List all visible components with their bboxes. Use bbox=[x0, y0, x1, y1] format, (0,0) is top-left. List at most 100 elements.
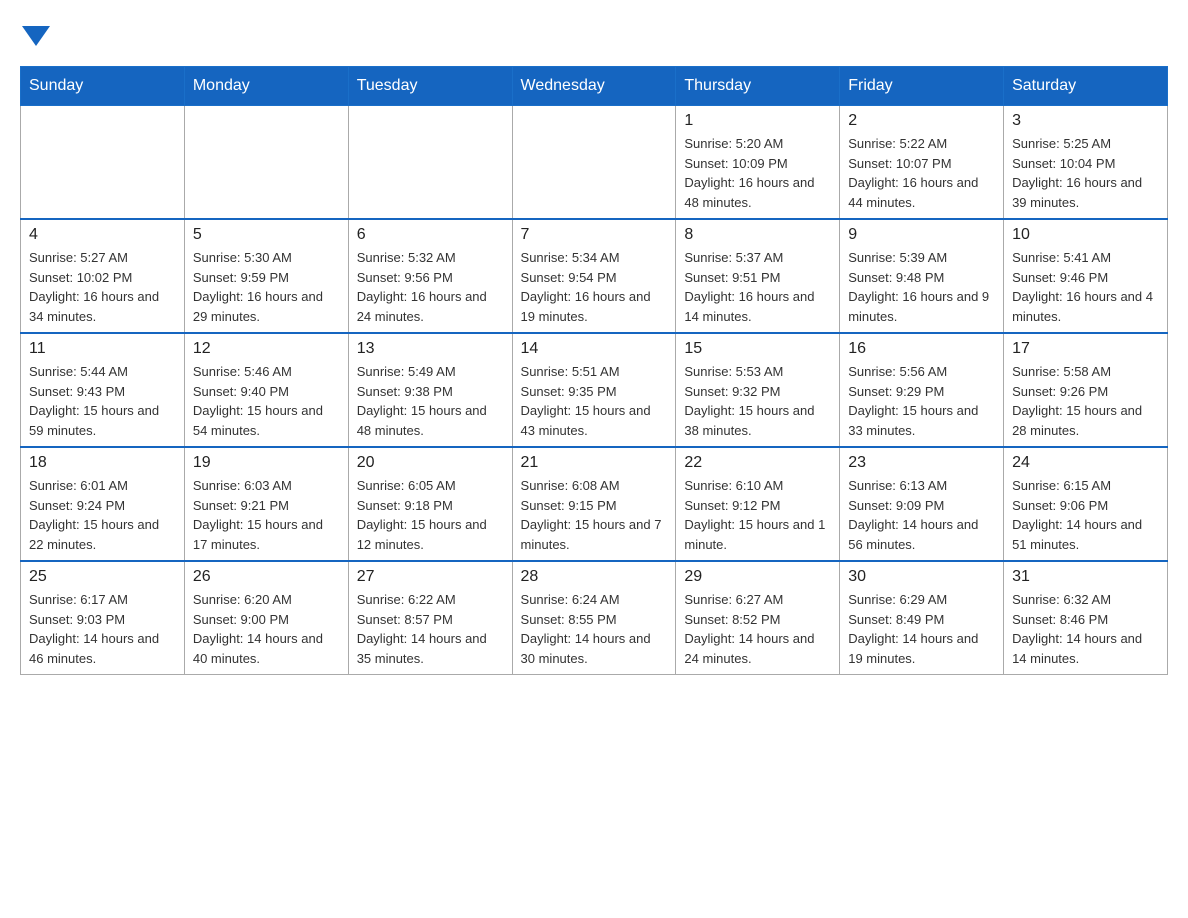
day-info: Sunrise: 5:20 AMSunset: 10:09 PMDaylight… bbox=[684, 134, 831, 212]
day-info: Sunrise: 6:24 AMSunset: 8:55 PMDaylight:… bbox=[521, 590, 668, 668]
day-info: Sunrise: 6:08 AMSunset: 9:15 PMDaylight:… bbox=[521, 476, 668, 554]
day-info: Sunrise: 6:27 AMSunset: 8:52 PMDaylight:… bbox=[684, 590, 831, 668]
day-info: Sunrise: 5:49 AMSunset: 9:38 PMDaylight:… bbox=[357, 362, 504, 440]
calendar-cell: 17 Sunrise: 5:58 AMSunset: 9:26 PMDayligh… bbox=[1004, 333, 1168, 447]
calendar-cell: 29Sunrise: 6:27 AMSunset: 8:52 PMDayligh… bbox=[676, 561, 840, 675]
day-info: Sunrise: 5:37 AMSunset: 9:51 PMDaylight:… bbox=[684, 248, 831, 326]
calendar-cell bbox=[184, 106, 348, 220]
calendar-table: SundayMondayTuesdayWednesdayThursdayFrid… bbox=[20, 66, 1168, 675]
week-row-4: 18 Sunrise: 6:01 AMSunset: 9:24 PMDayligh… bbox=[21, 447, 1168, 561]
logo-triangle-icon bbox=[22, 26, 50, 46]
day-number: 7 bbox=[521, 226, 668, 244]
day-number: 17 bbox=[1012, 340, 1159, 358]
day-info: Sunrise: 6:10 AMSunset: 9:12 PMDaylight:… bbox=[684, 476, 831, 554]
calendar-cell bbox=[512, 106, 676, 220]
day-info: Sunrise: 6:29 AMSunset: 8:49 PMDaylight:… bbox=[848, 590, 995, 668]
day-info: Sunrise: 6:01 AMSunset: 9:24 PMDaylight:… bbox=[29, 476, 176, 554]
day-number: 24 bbox=[1012, 454, 1159, 472]
day-number: 10 bbox=[1012, 226, 1159, 244]
day-info: Sunrise: 6:17 AMSunset: 9:03 PMDaylight:… bbox=[29, 590, 176, 668]
calendar-cell: 31 Sunrise: 6:32 AMSunset: 8:46 PMDayligh… bbox=[1004, 561, 1168, 675]
calendar-cell: 23 Sunrise: 6:13 AMSunset: 9:09 PMDayligh… bbox=[840, 447, 1004, 561]
calendar-cell: 15 Sunrise: 5:53 AMSunset: 9:32 PMDayligh… bbox=[676, 333, 840, 447]
calendar-cell: 30 Sunrise: 6:29 AMSunset: 8:49 PMDayligh… bbox=[840, 561, 1004, 675]
calendar-cell: 9 Sunrise: 5:39 AMSunset: 9:48 PMDaylight… bbox=[840, 219, 1004, 333]
day-number: 19 bbox=[193, 454, 340, 472]
logo bbox=[20, 20, 50, 46]
calendar-cell: 21Sunrise: 6:08 AMSunset: 9:15 PMDayligh… bbox=[512, 447, 676, 561]
day-info: Sunrise: 6:05 AMSunset: 9:18 PMDaylight:… bbox=[357, 476, 504, 554]
day-number: 6 bbox=[357, 226, 504, 244]
page-header bbox=[20, 20, 1168, 46]
day-number: 25 bbox=[29, 568, 176, 586]
calendar-cell: 10Sunrise: 5:41 AMSunset: 9:46 PMDayligh… bbox=[1004, 219, 1168, 333]
calendar-cell: 28 Sunrise: 6:24 AMSunset: 8:55 PMDayligh… bbox=[512, 561, 676, 675]
day-number: 27 bbox=[357, 568, 504, 586]
calendar-cell: 14 Sunrise: 5:51 AMSunset: 9:35 PMDayligh… bbox=[512, 333, 676, 447]
header-friday: Friday bbox=[840, 67, 1004, 106]
day-info: Sunrise: 6:15 AMSunset: 9:06 PMDaylight:… bbox=[1012, 476, 1159, 554]
day-number: 30 bbox=[848, 568, 995, 586]
week-row-1: 1 Sunrise: 5:20 AMSunset: 10:09 PMDayligh… bbox=[21, 106, 1168, 220]
week-row-3: 11 Sunrise: 5:44 AMSunset: 9:43 PMDayligh… bbox=[21, 333, 1168, 447]
calendar-cell: 3 Sunrise: 5:25 AMSunset: 10:04 PMDayligh… bbox=[1004, 106, 1168, 220]
day-number: 11 bbox=[29, 340, 176, 358]
calendar-cell bbox=[21, 106, 185, 220]
day-number: 9 bbox=[848, 226, 995, 244]
day-info: Sunrise: 6:32 AMSunset: 8:46 PMDaylight:… bbox=[1012, 590, 1159, 668]
calendar-cell: 25 Sunrise: 6:17 AMSunset: 9:03 PMDayligh… bbox=[21, 561, 185, 675]
day-info: Sunrise: 6:20 AMSunset: 9:00 PMDaylight:… bbox=[193, 590, 340, 668]
calendar-cell bbox=[348, 106, 512, 220]
day-info: Sunrise: 6:13 AMSunset: 9:09 PMDaylight:… bbox=[848, 476, 995, 554]
calendar-cell: 5 Sunrise: 5:30 AMSunset: 9:59 PMDaylight… bbox=[184, 219, 348, 333]
day-number: 5 bbox=[193, 226, 340, 244]
day-info: Sunrise: 5:34 AMSunset: 9:54 PMDaylight:… bbox=[521, 248, 668, 326]
calendar-cell: 6 Sunrise: 5:32 AMSunset: 9:56 PMDaylight… bbox=[348, 219, 512, 333]
calendar-cell: 20 Sunrise: 6:05 AMSunset: 9:18 PMDayligh… bbox=[348, 447, 512, 561]
day-info: Sunrise: 5:27 AMSunset: 10:02 PMDaylight… bbox=[29, 248, 176, 326]
day-number: 13 bbox=[357, 340, 504, 358]
day-info: Sunrise: 5:46 AMSunset: 9:40 PMDaylight:… bbox=[193, 362, 340, 440]
calendar-cell: 8 Sunrise: 5:37 AMSunset: 9:51 PMDaylight… bbox=[676, 219, 840, 333]
day-number: 16 bbox=[848, 340, 995, 358]
header-saturday: Saturday bbox=[1004, 67, 1168, 106]
day-info: Sunrise: 5:32 AMSunset: 9:56 PMDaylight:… bbox=[357, 248, 504, 326]
day-info: Sunrise: 5:53 AMSunset: 9:32 PMDaylight:… bbox=[684, 362, 831, 440]
day-number: 8 bbox=[684, 226, 831, 244]
day-number: 28 bbox=[521, 568, 668, 586]
calendar-cell: 27 Sunrise: 6:22 AMSunset: 8:57 PMDayligh… bbox=[348, 561, 512, 675]
calendar-cell: 26 Sunrise: 6:20 AMSunset: 9:00 PMDayligh… bbox=[184, 561, 348, 675]
day-info: Sunrise: 6:22 AMSunset: 8:57 PMDaylight:… bbox=[357, 590, 504, 668]
day-info: Sunrise: 5:58 AMSunset: 9:26 PMDaylight:… bbox=[1012, 362, 1159, 440]
calendar-cell: 18 Sunrise: 6:01 AMSunset: 9:24 PMDayligh… bbox=[21, 447, 185, 561]
calendar-cell: 4 Sunrise: 5:27 AMSunset: 10:02 PMDayligh… bbox=[21, 219, 185, 333]
calendar-header-row: SundayMondayTuesdayWednesdayThursdayFrid… bbox=[21, 67, 1168, 106]
header-monday: Monday bbox=[184, 67, 348, 106]
day-info: Sunrise: 5:30 AMSunset: 9:59 PMDaylight:… bbox=[193, 248, 340, 326]
day-number: 4 bbox=[29, 226, 176, 244]
header-wednesday: Wednesday bbox=[512, 67, 676, 106]
day-number: 22 bbox=[684, 454, 831, 472]
day-info: Sunrise: 5:39 AMSunset: 9:48 PMDaylight:… bbox=[848, 248, 995, 326]
day-number: 18 bbox=[29, 454, 176, 472]
calendar-cell: 12 Sunrise: 5:46 AMSunset: 9:40 PMDayligh… bbox=[184, 333, 348, 447]
day-number: 14 bbox=[521, 340, 668, 358]
calendar-cell: 1 Sunrise: 5:20 AMSunset: 10:09 PMDayligh… bbox=[676, 106, 840, 220]
calendar-cell: 13 Sunrise: 5:49 AMSunset: 9:38 PMDayligh… bbox=[348, 333, 512, 447]
day-number: 12 bbox=[193, 340, 340, 358]
header-thursday: Thursday bbox=[676, 67, 840, 106]
day-number: 26 bbox=[193, 568, 340, 586]
day-info: Sunrise: 6:03 AMSunset: 9:21 PMDaylight:… bbox=[193, 476, 340, 554]
day-number: 1 bbox=[684, 112, 831, 130]
day-info: Sunrise: 5:25 AMSunset: 10:04 PMDaylight… bbox=[1012, 134, 1159, 212]
day-number: 3 bbox=[1012, 112, 1159, 130]
day-number: 23 bbox=[848, 454, 995, 472]
day-info: Sunrise: 5:51 AMSunset: 9:35 PMDaylight:… bbox=[521, 362, 668, 440]
day-number: 15 bbox=[684, 340, 831, 358]
day-number: 20 bbox=[357, 454, 504, 472]
day-info: Sunrise: 5:44 AMSunset: 9:43 PMDaylight:… bbox=[29, 362, 176, 440]
calendar-cell: 22 Sunrise: 6:10 AMSunset: 9:12 PMDayligh… bbox=[676, 447, 840, 561]
day-number: 31 bbox=[1012, 568, 1159, 586]
calendar-cell: 16Sunrise: 5:56 AMSunset: 9:29 PMDayligh… bbox=[840, 333, 1004, 447]
week-row-2: 4 Sunrise: 5:27 AMSunset: 10:02 PMDayligh… bbox=[21, 219, 1168, 333]
